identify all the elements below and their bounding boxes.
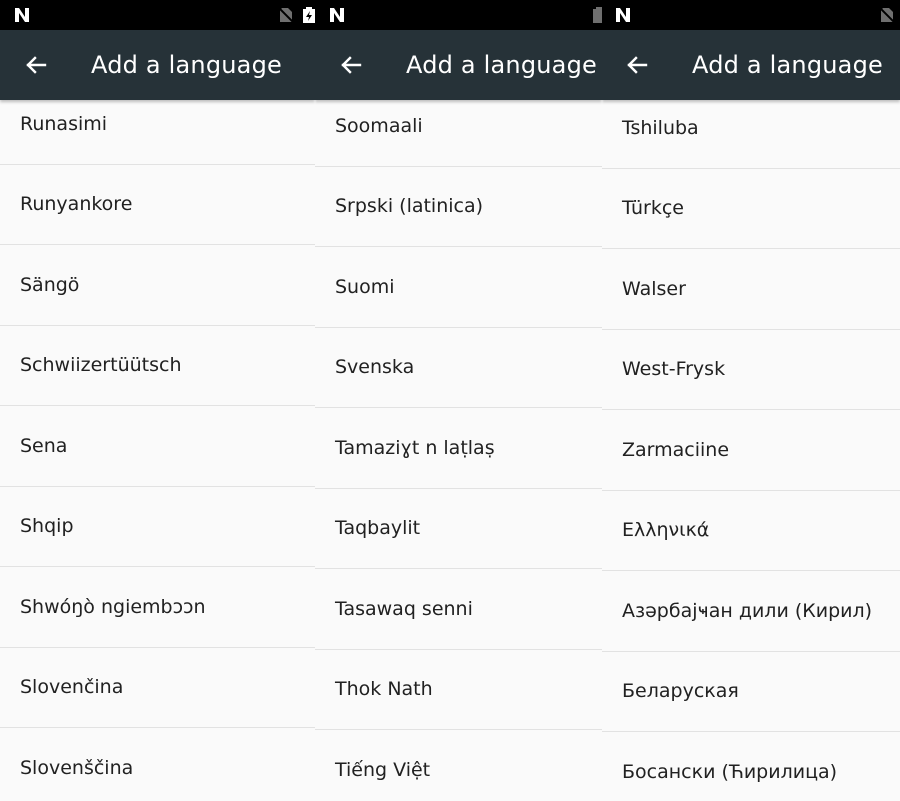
language-item[interactable]: West-Frysk <box>602 330 900 410</box>
language-name: Азәрбајҹан дили (Кирил) <box>622 599 873 622</box>
language-name: Taqbaylit <box>335 517 421 540</box>
status-bar <box>315 0 602 30</box>
screenshots-strip: Add a language Runasimi Runyankore Sängö… <box>0 0 900 801</box>
language-name: Tiếng Việt <box>335 758 431 781</box>
language-item[interactable]: Sena <box>0 406 315 487</box>
language-item[interactable]: Sängö <box>0 245 315 326</box>
language-item[interactable]: Runyankore <box>0 165 315 245</box>
language-list: Runasimi Runyankore Sängö Schwiizertüüts… <box>0 84 315 801</box>
language-item[interactable]: Zarmaciine <box>602 410 900 491</box>
language-item[interactable]: Tshiluba <box>602 88 900 169</box>
page-title: Add a language <box>406 51 597 79</box>
screen-3: Add a language Tshiluba Türkçe Walser We… <box>602 0 900 801</box>
language-name: Suomi <box>335 275 395 298</box>
language-list: Tshiluba Türkçe Walser West-Frysk Zarmac… <box>602 88 900 801</box>
language-item[interactable]: Taqbaylit <box>315 489 602 569</box>
language-item[interactable]: Thok Nath <box>315 650 602 730</box>
language-item[interactable]: Türkçe <box>602 169 900 249</box>
language-name: Zarmaciine <box>622 438 730 461</box>
language-item[interactable]: Shqip <box>0 487 315 567</box>
language-name: Shwóŋò ngiembɔɔn <box>20 595 206 618</box>
status-bar <box>0 0 315 30</box>
back-button[interactable] <box>336 50 366 80</box>
arrow-back-icon <box>622 50 652 80</box>
language-name: Soomaali <box>335 114 423 137</box>
arrow-back-icon <box>21 50 51 80</box>
language-name: Runyankore <box>20 193 133 216</box>
language-name: Tasawaq senni <box>335 597 473 620</box>
app-bar: Add a language <box>0 30 315 100</box>
language-item[interactable]: Tasawaq senni <box>315 569 602 650</box>
page-title: Add a language <box>692 51 883 79</box>
language-name: Tamaziɣt n laṭlaṣ <box>335 436 495 459</box>
language-name: Sängö <box>20 273 80 296</box>
language-list: Soomaali Srpski (latinica) Suomi Svenska… <box>315 86 602 801</box>
language-item[interactable]: Tiếng Việt <box>315 730 602 801</box>
app-bar: Add a language <box>315 30 602 100</box>
arrow-back-icon <box>336 50 366 80</box>
battery-icon <box>592 7 602 23</box>
language-item[interactable]: Босански (Ћирилица) <box>602 732 900 801</box>
language-item[interactable]: Svenska <box>315 328 602 408</box>
language-item[interactable]: Slovenčina <box>0 648 315 728</box>
no-sim-icon <box>278 7 294 23</box>
language-name: Runasimi <box>20 112 108 135</box>
n-logo-icon <box>329 7 345 23</box>
language-name: Tshiluba <box>622 116 699 139</box>
language-item[interactable]: Walser <box>602 249 900 330</box>
language-name: Shqip <box>20 515 74 538</box>
page-title: Add a language <box>91 51 282 79</box>
language-item[interactable]: Беларуская <box>602 652 900 732</box>
language-name: Schwiizertüütsch <box>20 354 182 377</box>
n-logo-icon <box>14 7 30 23</box>
language-item[interactable]: Suomi <box>315 247 602 328</box>
language-item[interactable]: Азәрбајҹан дили (Кирил) <box>602 571 900 652</box>
language-item[interactable]: Srpski (latinica) <box>315 167 602 247</box>
status-bar <box>602 0 900 30</box>
back-button[interactable] <box>622 50 652 80</box>
language-name: Босански (Ћирилица) <box>622 760 838 783</box>
language-name: Slovenščina <box>20 756 134 779</box>
screen-1: Add a language Runasimi Runyankore Sängö… <box>0 0 315 801</box>
language-name: Srpski (latinica) <box>335 195 484 218</box>
language-name: Sena <box>20 434 68 457</box>
language-name: Ελληνικά <box>622 519 710 542</box>
no-sim-icon <box>879 7 895 23</box>
back-button[interactable] <box>21 50 51 80</box>
language-name: Slovenčina <box>20 676 124 699</box>
language-name: Svenska <box>335 356 415 379</box>
language-name: West-Frysk <box>622 358 726 381</box>
app-bar: Add a language <box>602 30 900 100</box>
language-name: Türkçe <box>622 197 684 220</box>
battery-charging-icon <box>302 7 315 23</box>
language-item[interactable]: Schwiizertüütsch <box>0 326 315 406</box>
language-name: Walser <box>622 277 686 300</box>
language-item[interactable]: Slovenščina <box>0 728 315 801</box>
language-name: Thok Nath <box>335 678 433 701</box>
n-logo-icon <box>615 7 631 23</box>
language-item[interactable]: Shwóŋò ngiembɔɔn <box>0 567 315 648</box>
screen-2: Add a language Soomaali Srpski (latinica… <box>315 0 602 801</box>
language-name: Беларуская <box>622 680 739 703</box>
language-item[interactable]: Tamaziɣt n laṭlaṣ <box>315 408 602 489</box>
language-item[interactable]: Ελληνικά <box>602 491 900 571</box>
